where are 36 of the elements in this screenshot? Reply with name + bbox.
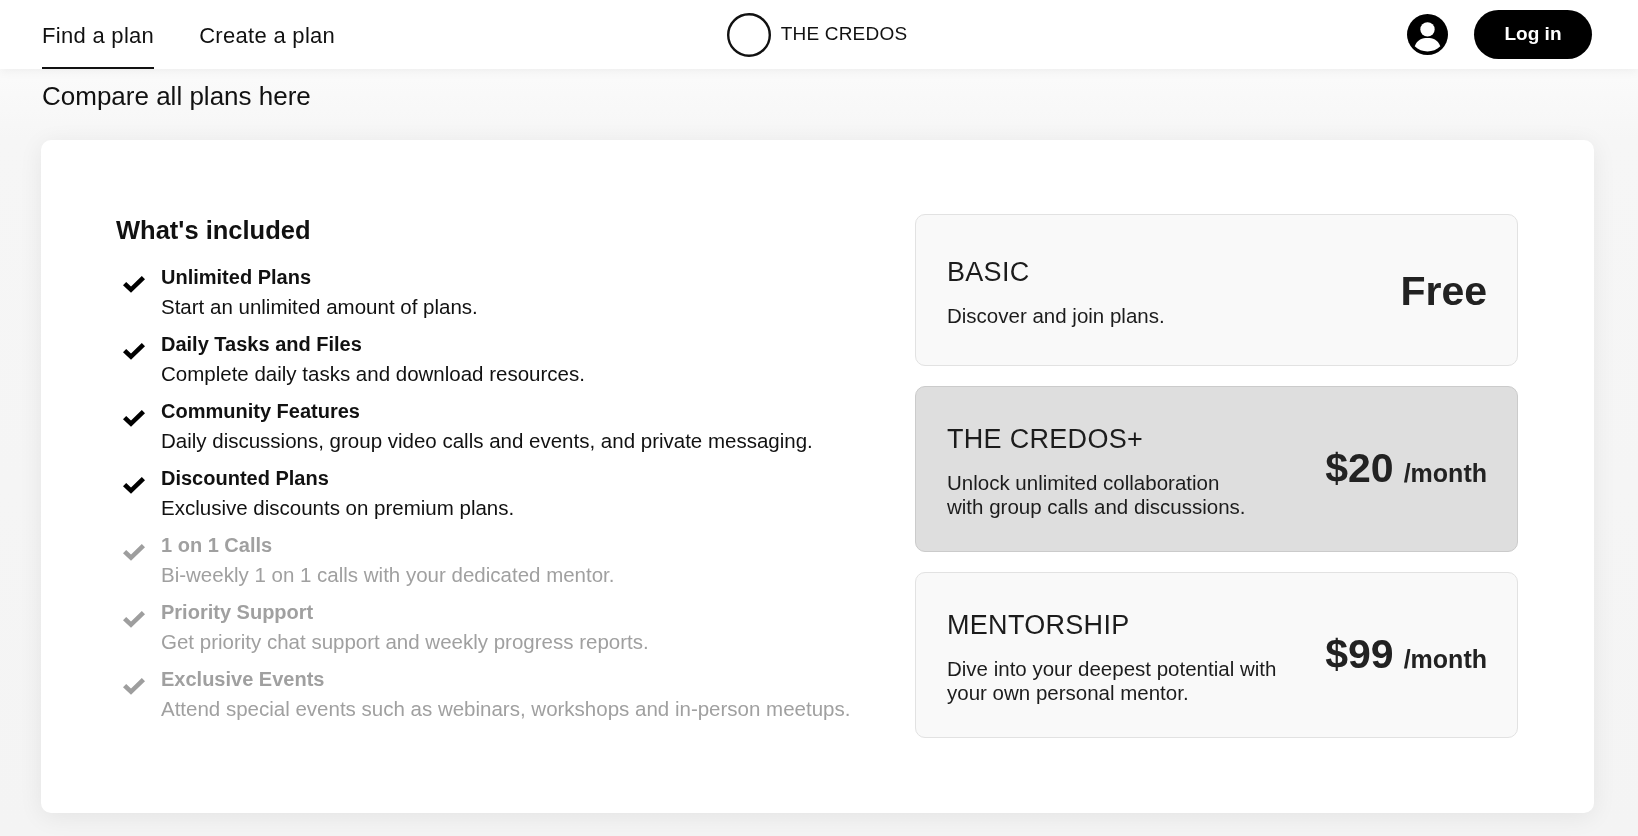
feature-description: Bi-weekly 1 on 1 calls with your dedicated mentor.: [161, 562, 615, 588]
feature-title: Community Features: [161, 399, 361, 424]
feature-description: Attend special events such as webinars, workshops and in-person meetups.: [161, 696, 851, 722]
feature-title: Daily Tasks and Files: [161, 332, 363, 357]
feature-description: Daily discussions, group video calls and events, and private messaging.: [161, 428, 813, 454]
login-button[interactable]: Log in: [1474, 10, 1592, 59]
feature-title: 1 on 1 Calls: [161, 533, 274, 558]
feature-title: Unlimited Plans: [161, 265, 313, 290]
feature-title: Discounted Plans: [161, 466, 330, 491]
page-heading: Compare all plans here: [42, 80, 312, 112]
plan-description: Unlock unlimited collaboration with group calls and discussions.: [947, 471, 1246, 519]
circle-logo-icon: [726, 12, 771, 57]
plan-card[interactable]: THE CREDOS+ Unlock unlimited collaboration with group calls and discussions. $20 /month: [915, 386, 1518, 552]
plan-card[interactable]: BASIC Discover and join plans. Free: [915, 214, 1518, 366]
user-avatar-icon[interactable]: [1407, 14, 1448, 55]
plan-price: Free: [1400, 271, 1487, 312]
plan-price: $99: [1325, 634, 1394, 676]
feature-title: Exclusive Events: [161, 667, 326, 692]
feature-description: Complete daily tasks and download resources.: [161, 361, 585, 387]
nav-tab[interactable]: Find a plan: [42, 0, 155, 69]
section-heading: What's included: [116, 215, 312, 246]
plan-description: Discover and join plans.: [947, 304, 1165, 328]
feature-description: Start an unlimited amount of plans.: [161, 294, 478, 320]
feature-title: Priority Support: [161, 600, 315, 625]
price-period: /month: [1403, 458, 1487, 490]
price-period: /month: [1403, 644, 1487, 676]
feature-description: Exclusive discounts on premium plans.: [161, 495, 515, 521]
nav-tab[interactable]: Create a plan: [199, 0, 336, 69]
feature-description: Get priority chat support and weekly progress reports.: [161, 629, 649, 655]
plan-card[interactable]: MENTORSHIP Dive into your deepest potential with your own personal mentor. $99 /month: [915, 572, 1518, 738]
plan-name: THE CREDOS+: [947, 423, 1145, 456]
plan-description: Dive into your deepest potential with your own personal mentor.: [947, 657, 1277, 705]
plan-name: BASIC: [947, 256, 1031, 289]
plan-price: $20: [1325, 448, 1394, 490]
brand-name: THE CREDOS: [780, 22, 908, 47]
plan-name: MENTORSHIP: [947, 609, 1131, 642]
